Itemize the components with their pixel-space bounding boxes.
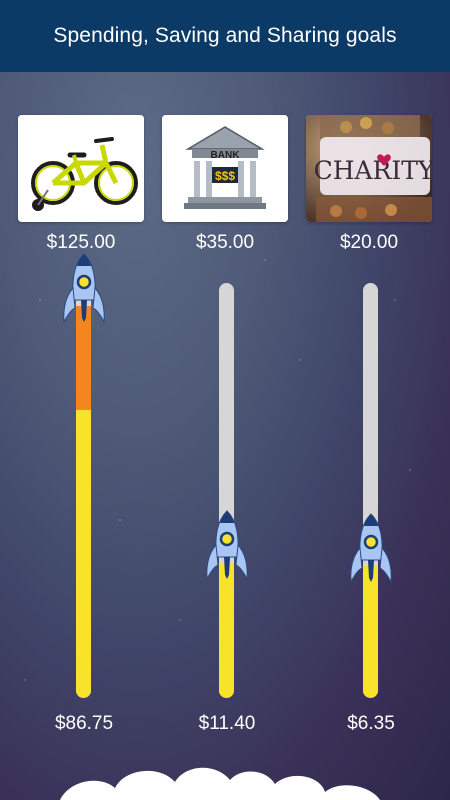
page-title: Spending, Saving and Sharing goals xyxy=(53,24,397,47)
progress-track-saving[interactable] xyxy=(219,283,234,698)
rocket-icon xyxy=(205,509,248,581)
rocket-slider-handle[interactable] xyxy=(60,252,108,326)
bank-sign-text: BANK xyxy=(211,150,241,161)
goal-amount-sharing: $20.00 xyxy=(339,232,399,253)
progress-track-spending[interactable] xyxy=(76,283,91,698)
goal-amount-spending: $125.00 xyxy=(46,232,116,253)
rocket-icon xyxy=(62,253,105,325)
goal-card-saving[interactable]: BANK $$$ xyxy=(162,115,288,222)
dollar-sign-text: $$$ xyxy=(215,169,235,183)
clouds-decoration xyxy=(60,767,380,800)
bicycle-icon xyxy=(18,115,144,222)
charity-jar-icon: CHARITY xyxy=(306,115,432,222)
rocket-slider-handle[interactable] xyxy=(203,509,251,583)
saved-fill xyxy=(76,410,91,698)
current-amount-saving: $11.40 xyxy=(198,713,256,734)
goal-card-spending[interactable] xyxy=(18,115,144,222)
goal-card-sharing[interactable]: CHARITY xyxy=(306,115,432,222)
charity-label-text: CHARITY xyxy=(314,156,432,185)
current-amount-spending: $86.75 xyxy=(54,713,114,734)
rocket-icon xyxy=(349,513,392,584)
bank-icon: BANK $$$ xyxy=(162,115,288,222)
progress-track-sharing[interactable] xyxy=(363,283,378,698)
current-amount-sharing: $6.35 xyxy=(347,713,395,734)
rocket-slider-handle[interactable] xyxy=(347,512,395,586)
goal-amount-saving: $35.00 xyxy=(195,232,255,253)
app-header: Spending, Saving and Sharing goals xyxy=(0,0,450,72)
